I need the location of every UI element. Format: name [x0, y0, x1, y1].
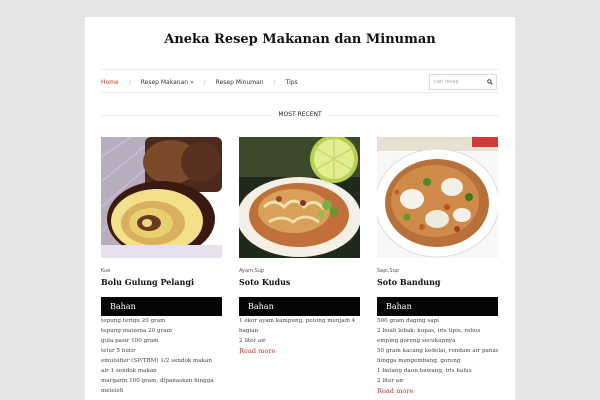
page-container: Aneka Resep Makanan dan Minuman Home / R… — [85, 17, 515, 400]
ingredient-item: gula pasir 100 gram — [101, 338, 159, 344]
ingredient-list: tepung terigu 20 gram tepung maizena 20 … — [101, 316, 222, 396]
ingredient-item: hingga mengembang, goreng — [377, 358, 461, 364]
post-category[interactable]: Sapi,Sup — [377, 268, 498, 275]
bahan-header: Bahan — [101, 297, 222, 316]
ingredient-item: 1 batang daun bawang, iris halus — [377, 368, 472, 374]
post-image-bolu-gulung[interactable] — [101, 137, 222, 258]
post-category[interactable]: Kue — [101, 268, 222, 275]
post-category[interactable]: Ayam,Sup — [239, 268, 360, 275]
post-card: Sapi,Sup Soto Bandung Bahan 500 gram dag… — [377, 137, 498, 397]
ingredient-item: 2 liter air — [239, 338, 266, 344]
search-icon[interactable] — [487, 79, 493, 85]
ingredient-list: 1 ekor ayam kampung, potong menjadi 4 ba… — [239, 316, 360, 346]
search-box — [429, 74, 497, 90]
ingredient-item: air 1 sendok makan — [101, 368, 157, 374]
ingredient-item: 500 gram daging sapi — [377, 318, 439, 324]
ingredient-item: 2 buah lobak, kupas, iris tipis, rebus — [377, 328, 481, 334]
ingredient-item: margarin 100 gram, dipanaskan hingga — [101, 378, 214, 384]
nav-separator: / — [128, 78, 131, 86]
ingredient-item: bagian — [239, 328, 259, 334]
ingredient-item: 50 gram kacang kedelai, rendam air panas — [377, 348, 498, 354]
site-title[interactable]: Aneka Resep Makanan dan Minuman — [85, 32, 515, 47]
nav-separator: / — [273, 78, 276, 86]
nav-item-resep-minuman[interactable]: Resep Minuman — [216, 79, 264, 86]
post-title[interactable]: Bolu Gulung Pelangi — [101, 277, 222, 287]
post-title[interactable]: Soto Kudus — [239, 277, 360, 287]
bahan-header: Bahan — [239, 297, 360, 316]
nav-item-home[interactable]: Home — [101, 79, 119, 86]
post-image-soto-kudus[interactable] — [239, 137, 360, 258]
ingredient-item: tepung maizena 20 gram — [101, 328, 172, 334]
read-more-link[interactable]: Read more — [239, 346, 360, 357]
search-input[interactable] — [434, 76, 486, 88]
main-nav: Home / Resep Makanan » / Resep Minuman /… — [101, 76, 298, 88]
section-rule-right — [329, 115, 499, 116]
ingredient-item: meleleh — [101, 388, 124, 394]
ingredient-item: emulsifier (SP/TBM) 1/2 sendok makan — [101, 358, 212, 364]
read-more-link[interactable]: Read more — [377, 386, 498, 397]
ingredient-item: 2 liter air — [377, 378, 404, 384]
nav-item-resep-makanan[interactable]: Resep Makanan » — [141, 79, 194, 86]
post-card: Ayam,Sup Soto Kudus Bahan 1 ekor ayam ka… — [239, 137, 360, 357]
nav-separator: / — [203, 78, 206, 86]
ingredient-item: 1 ekor ayam kampung, potong menjadi 4 — [239, 318, 356, 324]
ingredient-item: telur 5 butir — [101, 348, 136, 354]
ingredient-item: emping goreng secukupnya — [377, 338, 456, 344]
nav-divider-top — [101, 69, 499, 70]
ingredient-list: 500 gram daging sapi 2 buah lobak, kupas… — [377, 316, 498, 386]
post-image-soto-bandung[interactable] — [377, 137, 498, 258]
post-title[interactable]: Soto Bandung — [377, 277, 498, 287]
post-card: Kue Bolu Gulung Pelangi Bahan tepung ter… — [101, 137, 222, 396]
nav-divider-bottom — [101, 92, 499, 93]
nav-item-tips[interactable]: Tips — [286, 79, 298, 86]
ingredient-item: tepung terigu 20 gram — [101, 318, 166, 324]
bahan-header: Bahan — [377, 297, 498, 316]
